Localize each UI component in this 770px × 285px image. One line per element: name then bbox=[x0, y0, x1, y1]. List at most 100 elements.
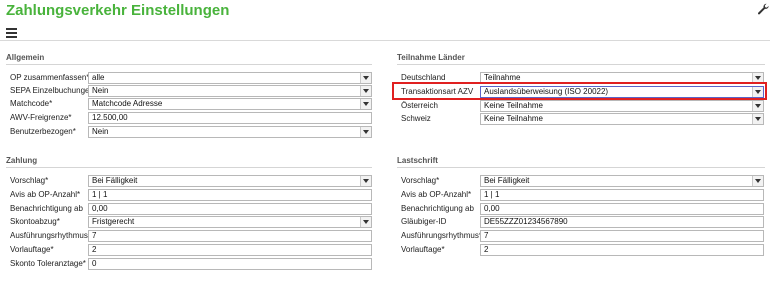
sepa-einzelbuchungen-select[interactable]: Nein bbox=[88, 85, 372, 97]
section-lastschrift-divider bbox=[397, 167, 765, 168]
chevron-down-icon[interactable] bbox=[360, 176, 371, 186]
field-label: Deutschland bbox=[401, 73, 446, 82]
section-zahlung-heading: Zahlung bbox=[6, 156, 38, 165]
field-value: Bei Fälligkeit bbox=[92, 176, 138, 185]
form-row-zahlung-vorlauftage: Vorlauftage* 2 bbox=[10, 244, 372, 256]
field-label: Transaktionsart AZV bbox=[401, 87, 474, 96]
chevron-down-icon[interactable] bbox=[752, 101, 763, 111]
form-row-glaeubiger-id: Gläubiger-ID DE55ZZZ01234567890 bbox=[401, 216, 765, 228]
oesterreich-select[interactable]: Keine Teilnahme bbox=[480, 100, 764, 112]
schweiz-select[interactable]: Keine Teilnahme bbox=[480, 113, 764, 125]
section-lastschrift-heading: Lastschrift bbox=[397, 156, 438, 165]
transaktionsart-azv-select[interactable]: Auslandsüberweisung (ISO 20022) bbox=[480, 86, 764, 98]
lastschrift-avis-input[interactable]: 1 | 1 bbox=[480, 189, 764, 201]
field-label: Vorschlag* bbox=[401, 176, 440, 185]
lastschrift-benachrichtigung-input[interactable]: 0,00 bbox=[480, 203, 764, 215]
zahlung-avis-input[interactable]: 1 | 1 bbox=[88, 189, 372, 201]
form-row-zahlung-vorschlag: Vorschlag* Bei Fälligkeit bbox=[10, 175, 372, 187]
section-teilnahme-heading: Teilnahme Länder bbox=[397, 53, 465, 62]
field-value: DE55ZZZ01234567890 bbox=[484, 217, 568, 226]
field-value: Bei Fälligkeit bbox=[484, 176, 530, 185]
lastschrift-vorlauftage-input[interactable]: 2 bbox=[480, 244, 764, 256]
deutschland-select[interactable]: Teilnahme bbox=[480, 72, 764, 84]
field-value: 0 bbox=[92, 259, 97, 268]
form-row-benutzerbezogen: Benutzerbezogen* Nein bbox=[10, 126, 372, 138]
field-label: SEPA Einzelbuchungen* bbox=[10, 86, 98, 95]
skontoabzug-select[interactable]: Fristgerecht bbox=[88, 216, 372, 228]
field-label: Österreich bbox=[401, 101, 438, 110]
field-value: 2 bbox=[484, 245, 489, 254]
form-row-skonto-toleranztage: Skonto Toleranztage* 0 bbox=[10, 258, 372, 270]
zahlung-ausfuehrungsrhythmus-input[interactable]: 7 bbox=[88, 230, 372, 242]
zahlung-vorschlag-select[interactable]: Bei Fälligkeit bbox=[88, 175, 372, 187]
chevron-down-icon[interactable] bbox=[360, 127, 371, 137]
field-value: Keine Teilnahme bbox=[484, 101, 544, 110]
field-label: Ausführungsrhythmus* bbox=[401, 231, 482, 240]
lastschrift-vorschlag-select[interactable]: Bei Fälligkeit bbox=[480, 175, 764, 187]
chevron-down-icon[interactable] bbox=[360, 217, 371, 227]
field-label: Schweiz bbox=[401, 114, 431, 123]
field-label: Avis ab OP-Anzahl* bbox=[401, 190, 472, 199]
field-label: Vorlauftage* bbox=[10, 245, 54, 254]
form-row-op-zusammenfassen: OP zusammenfassen* alle bbox=[10, 72, 372, 84]
field-label: Benachrichtigung ab bbox=[401, 204, 474, 213]
field-value: Matchcode Adresse bbox=[92, 99, 163, 108]
field-label: OP zusammenfassen* bbox=[10, 73, 90, 82]
form-row-schweiz: Schweiz Keine Teilnahme bbox=[401, 113, 765, 125]
header-divider bbox=[0, 40, 770, 41]
chevron-down-icon[interactable] bbox=[752, 87, 763, 97]
field-value: 1 | 1 bbox=[92, 190, 108, 199]
field-value: Keine Teilnahme bbox=[484, 114, 544, 123]
field-value: Teilnahme bbox=[484, 73, 521, 82]
chevron-down-icon[interactable] bbox=[752, 114, 763, 124]
chevron-down-icon[interactable] bbox=[752, 73, 763, 83]
wrench-icon[interactable] bbox=[757, 3, 769, 15]
hamburger-menu-icon[interactable] bbox=[6, 27, 18, 38]
form-row-deutschland: Deutschland Teilnahme bbox=[401, 72, 765, 84]
page-title: Zahlungsverkehr Einstellungen bbox=[6, 2, 230, 19]
zahlung-benachrichtigung-input[interactable]: 0,00 bbox=[88, 203, 372, 215]
form-row-skontoabzug: Skontoabzug* Fristgerecht bbox=[10, 216, 372, 228]
matchcode-select[interactable]: Matchcode Adresse bbox=[88, 98, 372, 110]
field-value: 0,00 bbox=[92, 204, 108, 213]
field-label: Benachrichtigung ab bbox=[10, 204, 83, 213]
form-row-lastschrift-benachrichtigung: Benachrichtigung ab 0,00 bbox=[401, 203, 765, 215]
form-row-matchcode: Matchcode* Matchcode Adresse bbox=[10, 98, 372, 110]
chevron-down-icon[interactable] bbox=[360, 86, 371, 96]
lastschrift-ausfuehrungsrhythmus-input[interactable]: 7 bbox=[480, 230, 764, 242]
form-row-oesterreich: Österreich Keine Teilnahme bbox=[401, 100, 765, 112]
field-label: Skonto Toleranztage* bbox=[10, 259, 86, 268]
chevron-down-icon[interactable] bbox=[752, 176, 763, 186]
field-value: Nein bbox=[92, 86, 109, 95]
field-value: Nein bbox=[92, 127, 109, 136]
field-label: Matchcode* bbox=[10, 99, 53, 108]
benutzerbezogen-select[interactable]: Nein bbox=[88, 126, 372, 138]
section-allgemein-heading: Allgemein bbox=[6, 53, 45, 62]
field-value: 12.500,00 bbox=[92, 113, 128, 122]
field-label: Gläubiger-ID bbox=[401, 217, 447, 226]
form-row-zahlung-ausfuehrungsrhythmus: Ausführungsrhythmus* 7 bbox=[10, 230, 372, 242]
field-value: 2 bbox=[92, 245, 97, 254]
chevron-down-icon[interactable] bbox=[360, 99, 371, 109]
awv-freigrenze-input[interactable]: 12.500,00 bbox=[88, 112, 372, 124]
form-row-lastschrift-avis: Avis ab OP-Anzahl* 1 | 1 bbox=[401, 189, 765, 201]
field-value: 0,00 bbox=[484, 204, 500, 213]
field-value: 1 | 1 bbox=[484, 190, 500, 199]
form-row-transaktionsart-azv: Transaktionsart AZV Auslandsüberweisung … bbox=[401, 86, 765, 98]
field-value: 7 bbox=[92, 231, 97, 240]
zahlung-vorlauftage-input[interactable]: 2 bbox=[88, 244, 372, 256]
glaeubiger-id-input[interactable]: DE55ZZZ01234567890 bbox=[480, 216, 764, 228]
field-label: Ausführungsrhythmus* bbox=[10, 231, 91, 240]
chevron-down-icon[interactable] bbox=[360, 73, 371, 83]
form-row-awv-freigrenze: AWV-Freigrenze* 12.500,00 bbox=[10, 112, 372, 124]
form-row-lastschrift-ausfuehrungsrhythmus: Ausführungsrhythmus* 7 bbox=[401, 230, 765, 242]
field-label: AWV-Freigrenze* bbox=[10, 113, 72, 122]
skonto-toleranztage-input[interactable]: 0 bbox=[88, 258, 372, 270]
field-value: 7 bbox=[484, 231, 489, 240]
field-value: Fristgerecht bbox=[92, 217, 135, 226]
form-row-sepa-einzelbuchungen: SEPA Einzelbuchungen* Nein bbox=[10, 85, 372, 97]
form-row-zahlung-benachrichtigung: Benachrichtigung ab 0,00 bbox=[10, 203, 372, 215]
form-row-lastschrift-vorlauftage: Vorlauftage* 2 bbox=[401, 244, 765, 256]
op-zusammenfassen-select[interactable]: alle bbox=[88, 72, 372, 84]
field-label: Vorschlag* bbox=[10, 176, 49, 185]
